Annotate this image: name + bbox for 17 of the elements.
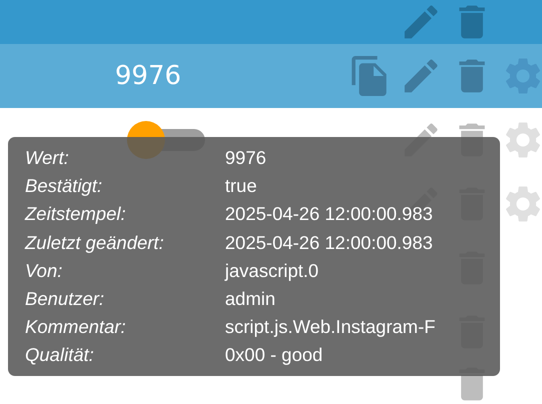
field-value: admin	[225, 287, 276, 312]
field-label: Benutzer:	[25, 287, 106, 312]
field-label: Qualität:	[25, 343, 95, 368]
field-value: 0x00 - good	[225, 343, 324, 368]
field-value: 9976	[225, 146, 268, 170]
field-label: Wert:	[25, 146, 70, 170]
field-value: 2025-04-26 12:00:00.983	[225, 202, 434, 226]
field-value: script.js.Web.Instagram-F	[225, 315, 436, 340]
field-value: true	[225, 174, 258, 198]
field-value: javascript.0	[225, 258, 320, 283]
field-value: 2025-04-26 12:00:00.983	[225, 230, 434, 255]
field-label: Zuletzt geändert:	[25, 230, 165, 255]
field-label: Bestätigt:	[25, 174, 104, 198]
field-label: Zeitstempel:	[25, 202, 127, 226]
field-label: Von:	[25, 258, 64, 283]
value-text: 9976	[115, 61, 182, 91]
field-label: Kommentar:	[25, 315, 127, 340]
